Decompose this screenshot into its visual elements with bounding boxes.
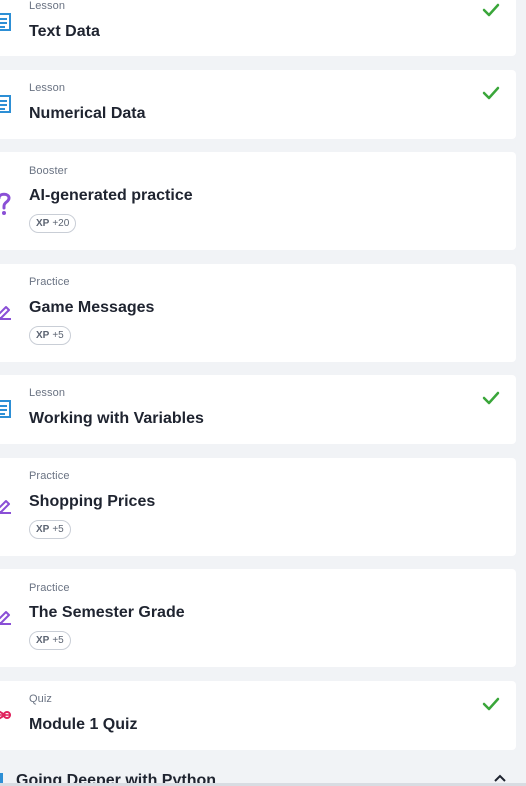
item-title: Shopping Prices xyxy=(29,493,156,510)
pencil-icon xyxy=(0,500,11,514)
item-title: Working with Variables xyxy=(29,410,204,427)
xp-badge: XP +20 xyxy=(29,214,77,233)
practice-card[interactable]: Practice Shopping Prices XP +5 xyxy=(0,458,516,556)
lesson-icon xyxy=(0,95,11,113)
xp-value: +20 xyxy=(52,218,70,229)
pencil-icon xyxy=(0,611,11,625)
item-type: Quiz xyxy=(29,693,53,705)
item-title: Module 1 Quiz xyxy=(29,716,138,733)
item-title: Text Data xyxy=(29,23,100,40)
check-icon xyxy=(482,391,500,405)
item-type: Lesson xyxy=(29,0,66,12)
pencil-icon xyxy=(0,306,11,320)
lesson-card[interactable]: Lesson Text Data xyxy=(0,0,516,56)
item-type: Lesson xyxy=(29,82,66,94)
quiz-card[interactable]: Quiz Module 1 Quiz xyxy=(0,681,516,750)
check-icon xyxy=(482,86,500,100)
item-title: Numerical Data xyxy=(29,105,146,122)
lesson-card[interactable]: Lesson Numerical Data xyxy=(0,70,516,139)
module-content-list: Lesson Text Data Lesson Numerical Data B… xyxy=(0,0,526,786)
quiz-icon xyxy=(0,710,11,720)
lesson-icon xyxy=(0,13,11,31)
xp-badge: XP +5 xyxy=(29,326,71,345)
check-icon xyxy=(482,697,500,711)
booster-card[interactable]: Booster AI-generated practice XP +20 xyxy=(0,152,516,250)
check-icon xyxy=(482,3,500,17)
item-type: Practice xyxy=(29,582,70,594)
xp-value: +5 xyxy=(52,524,64,535)
xp-label: XP xyxy=(36,635,50,646)
item-type: Booster xyxy=(29,165,68,177)
xp-label: XP xyxy=(36,524,50,535)
practice-card[interactable]: Practice The Semester Grade XP +5 xyxy=(0,569,516,667)
chevron-up-icon[interactable] xyxy=(494,774,506,782)
question-icon xyxy=(0,192,11,215)
lesson-icon xyxy=(0,400,11,418)
item-type: Lesson xyxy=(29,387,66,399)
item-title: Game Messages xyxy=(29,299,155,316)
xp-badge: XP +5 xyxy=(29,520,71,539)
item-title: The Semester Grade xyxy=(29,604,185,621)
xp-label: XP xyxy=(36,218,50,229)
xp-value: +5 xyxy=(52,330,64,341)
xp-value: +5 xyxy=(52,635,64,646)
item-title: AI-generated practice xyxy=(29,187,193,204)
item-type: Practice xyxy=(29,470,70,482)
practice-card[interactable]: Practice Game Messages XP +5 xyxy=(0,264,516,362)
item-type: Practice xyxy=(29,276,70,288)
xp-label: XP xyxy=(36,330,50,341)
lesson-card[interactable]: Lesson Working with Variables xyxy=(0,375,516,444)
xp-badge: XP +5 xyxy=(29,631,71,650)
